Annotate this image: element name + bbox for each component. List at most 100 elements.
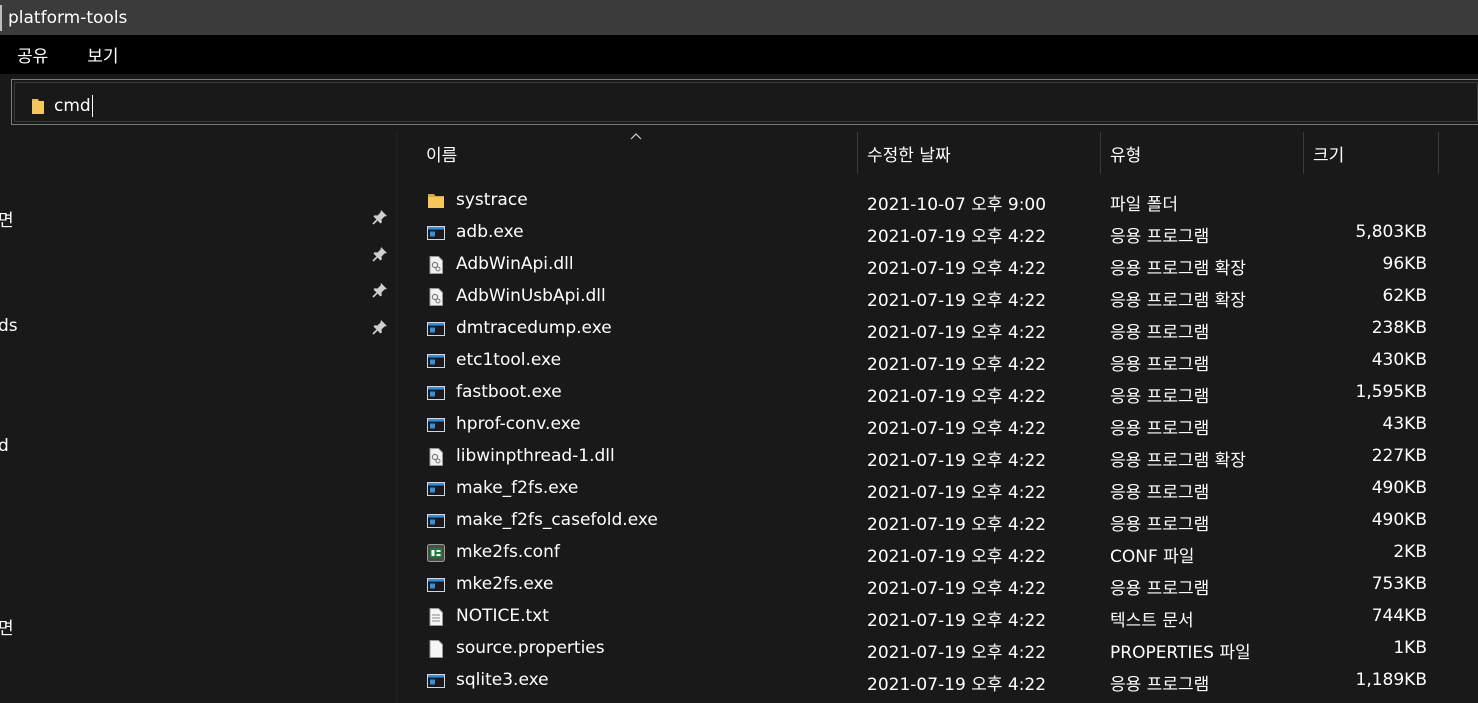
file-row[interactable]: make_f2fs_casefold.exe 2021-07-19 오후 4:22… <box>398 505 1478 537</box>
file-size: 744KB <box>1371 606 1427 626</box>
file-row[interactable]: hprof-conv.exe 2021-07-19 오후 4:22 응용 프로그램 4… <box>398 409 1478 441</box>
blank-file-icon <box>429 640 443 658</box>
file-type: PROPERTIES 파일 <box>1110 643 1251 663</box>
file-date: 2021-07-19 오후 4:22 <box>867 611 1047 631</box>
address-input[interactable] <box>54 93 1434 119</box>
pin-icon[interactable] <box>371 281 389 299</box>
nav-item[interactable]: ds <box>0 312 396 342</box>
file-type: 응용 프로그램 <box>1110 323 1210 343</box>
file-date: 2021-07-19 오후 4:22 <box>867 579 1047 599</box>
nav-item-label: 면 <box>0 211 14 231</box>
file-name: libwinpthread-1.dll <box>456 446 615 466</box>
file-row[interactable]: adb.exe 2021-07-19 오후 4:22 응용 프로그램 5,803KB <box>398 217 1478 249</box>
file-name: make_f2fs.exe <box>456 478 579 498</box>
file-row[interactable]: sqlite3.exe 2021-07-19 오후 4:22 응용 프로그램 1,18… <box>398 665 1478 697</box>
nav-item-label: 면 <box>0 619 14 639</box>
file-type: 텍스트 문서 <box>1110 611 1194 631</box>
file-size: 43KB <box>1382 414 1427 434</box>
conf-icon <box>427 544 445 562</box>
file-list: 이름 수정한 날짜 유형 크기 systrace 2021-10-07 오후 9:… <box>398 132 1478 703</box>
file-size: 1,595KB <box>1355 382 1427 402</box>
file-name: etc1tool.exe <box>456 350 562 370</box>
pin-icon[interactable] <box>371 245 389 263</box>
file-name: AdbWinUsbApi.dll <box>456 286 606 306</box>
menu-bar: 공유 보기 <box>0 35 1478 74</box>
sort-ascending-icon[interactable] <box>630 132 642 140</box>
file-date: 2021-07-19 오후 4:22 <box>867 547 1047 567</box>
column-separator[interactable] <box>1100 132 1101 174</box>
file-row[interactable]: source.properties 2021-07-19 오후 4:22 PROPE… <box>398 633 1478 665</box>
nav-item[interactable]: d <box>0 432 396 462</box>
file-size: 96KB <box>1382 254 1427 274</box>
file-row[interactable]: etc1tool.exe 2021-07-19 오후 4:22 응용 프로그램 430… <box>398 345 1478 377</box>
column-header-type[interactable]: 유형 <box>1110 132 1141 174</box>
file-size: 5,803KB <box>1355 222 1427 242</box>
file-size: 490KB <box>1371 478 1427 498</box>
file-date: 2021-07-19 오후 4:22 <box>867 355 1047 375</box>
file-date: 2021-07-19 오후 4:22 <box>867 323 1047 343</box>
file-row[interactable]: systrace 2021-10-07 오후 9:00 파일 폴더 <box>398 185 1478 217</box>
file-size: 2KB <box>1393 542 1427 562</box>
column-header-date[interactable]: 수정한 날짜 <box>867 132 951 174</box>
file-name: fastboot.exe <box>456 382 562 402</box>
file-date: 2021-07-19 오후 4:22 <box>867 643 1047 663</box>
file-type: 응용 프로그램 <box>1110 515 1210 535</box>
exe-icon <box>427 386 445 400</box>
column-separator[interactable] <box>1438 132 1439 174</box>
file-size: 238KB <box>1371 318 1427 338</box>
pin-icon[interactable] <box>371 208 389 226</box>
file-type: 응용 프로그램 <box>1110 483 1210 503</box>
file-row[interactable]: fastboot.exe 2021-07-19 오후 4:22 응용 프로그램 1,5… <box>398 377 1478 409</box>
title-bar: platform-tools <box>0 0 1478 35</box>
column-separator[interactable] <box>857 132 858 174</box>
file-date: 2021-07-19 오후 4:22 <box>867 483 1047 503</box>
menu-share[interactable]: 공유 <box>17 42 48 67</box>
file-row[interactable]: make_f2fs.exe 2021-07-19 오후 4:22 응용 프로그램 49… <box>398 473 1478 505</box>
file-date: 2021-10-07 오후 9:00 <box>867 195 1047 215</box>
window-title: platform-tools <box>8 7 128 28</box>
text-file-icon <box>429 608 443 626</box>
nav-item[interactable] <box>0 275 396 305</box>
file-row[interactable]: dmtracedump.exe 2021-07-19 오후 4:22 응용 프로그램… <box>398 313 1478 345</box>
file-name: dmtracedump.exe <box>456 318 612 338</box>
file-row[interactable]: libwinpthread-1.dll 2021-07-19 오후 4:22 응용 … <box>398 441 1478 473</box>
folder-icon <box>32 99 44 114</box>
file-name: make_f2fs_casefold.exe <box>456 510 658 530</box>
file-row[interactable]: AdbWinApi.dll 2021-07-19 오후 4:22 응용 프로그램 확… <box>398 249 1478 281</box>
exe-icon <box>427 354 445 368</box>
exe-icon <box>427 482 445 496</box>
file-date: 2021-07-19 오후 4:22 <box>867 291 1047 311</box>
file-row[interactable]: NOTICE.txt 2021-07-19 오후 4:22 텍스트 문서 744KB <box>398 601 1478 633</box>
file-type: 응용 프로그램 확장 <box>1110 291 1246 311</box>
file-name: mke2fs.conf <box>456 542 560 562</box>
file-name: systrace <box>456 190 528 210</box>
file-type: 응용 프로그램 <box>1110 675 1210 695</box>
nav-item[interactable]: 면 <box>0 202 396 232</box>
navigation-pane: 면 ds d 면 <box>0 132 396 703</box>
menu-view[interactable]: 보기 <box>87 42 118 67</box>
address-bar[interactable] <box>11 79 1478 125</box>
nav-item[interactable] <box>0 239 396 269</box>
file-row[interactable]: AdbWinUsbApi.dll 2021-07-19 오후 4:22 응용 프로그… <box>398 281 1478 313</box>
nav-item-label: ds <box>0 316 18 336</box>
file-size: 1,189KB <box>1355 670 1427 690</box>
file-type: 파일 폴더 <box>1110 195 1178 215</box>
file-date: 2021-07-19 오후 4:22 <box>867 451 1047 471</box>
file-row[interactable]: mke2fs.conf 2021-07-19 오후 4:22 CONF 파일 2KB <box>398 537 1478 569</box>
pin-icon[interactable] <box>371 318 389 336</box>
file-size: 490KB <box>1371 510 1427 530</box>
column-header-name[interactable]: 이름 <box>426 132 457 174</box>
column-separator[interactable] <box>1303 132 1304 174</box>
window-edge <box>0 4 4 31</box>
file-type: CONF 파일 <box>1110 547 1195 567</box>
file-type: 응용 프로그램 <box>1110 387 1210 407</box>
file-size: 1KB <box>1393 638 1427 658</box>
column-header-size[interactable]: 크기 <box>1313 132 1344 174</box>
file-name: hprof-conv.exe <box>456 414 581 434</box>
nav-item[interactable]: 면 <box>0 610 396 640</box>
exe-icon <box>427 418 445 432</box>
file-row[interactable]: mke2fs.exe 2021-07-19 오후 4:22 응용 프로그램 753KB <box>398 569 1478 601</box>
exe-icon <box>427 514 445 528</box>
file-date: 2021-07-19 오후 4:22 <box>867 675 1047 695</box>
file-type: 응용 프로그램 <box>1110 419 1210 439</box>
